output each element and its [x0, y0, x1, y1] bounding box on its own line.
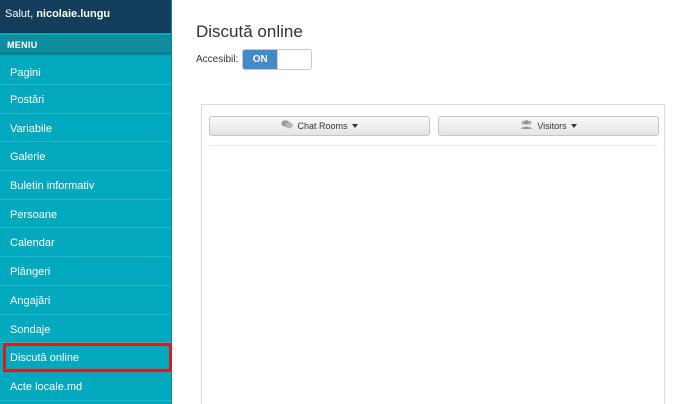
- panel-divider: [209, 145, 657, 146]
- chat-panel: Chat Rooms Visitors: [201, 104, 665, 404]
- toggle-off-state[interactable]: [277, 50, 312, 69]
- availability-toggle[interactable]: ON: [242, 49, 313, 70]
- visitors-label: Visitors: [537, 121, 567, 131]
- chat-rooms-label: Chat Rooms: [297, 121, 348, 131]
- sidebar: Salut, nicolaie.lungu MENIU Pagini Postă…: [0, 0, 172, 404]
- sidebar-item-plangeri[interactable]: Plângeri: [0, 257, 171, 286]
- availability-row: Accesibil: ON: [196, 49, 313, 70]
- greeting-prefix: Salut,: [5, 8, 37, 20]
- menu-header: MENIU: [0, 35, 171, 55]
- sidebar-item-variabile[interactable]: Variabile: [0, 114, 171, 143]
- sidebar-item-galerie[interactable]: Galerie: [0, 142, 171, 172]
- availability-label: Accesibil:: [196, 54, 239, 65]
- chevron-down-icon: [570, 124, 577, 128]
- sidebar-item-calendar[interactable]: Calendar: [0, 228, 171, 258]
- user-greeting: Salut, nicolaie.lungu: [0, 0, 171, 33]
- sidebar-item-buletin-informativ[interactable]: Buletin informativ: [0, 171, 171, 200]
- username[interactable]: nicolaie.lungu: [36, 8, 110, 20]
- sidebar-menu: Pagini Postări Variabile Galerie Buletin…: [0, 55, 172, 401]
- main-content: Discută online Accesibil: ON Chat Rooms: [172, 0, 685, 404]
- users-icon: [520, 120, 533, 132]
- chat-bubbles-icon: [281, 120, 294, 132]
- chevron-down-icon: [351, 124, 358, 128]
- visitors-dropdown[interactable]: Visitors: [438, 116, 659, 136]
- toggle-on-state[interactable]: ON: [243, 50, 278, 69]
- sidebar-item-persoane[interactable]: Persoane: [0, 200, 171, 229]
- sidebar-item-postari[interactable]: Postări: [0, 85, 171, 114]
- sidebar-item-sondaje[interactable]: Sondaje: [0, 315, 171, 344]
- chat-rooms-dropdown[interactable]: Chat Rooms: [209, 116, 430, 136]
- page-title: Discută online: [196, 22, 303, 41]
- sidebar-item-discuta-online[interactable]: Discută online: [3, 343, 172, 372]
- sidebar-item-acte-locale[interactable]: Acte locale.md: [0, 372, 171, 401]
- sidebar-item-pagini[interactable]: Pagini: [0, 55, 171, 85]
- sidebar-item-angajari[interactable]: Angajări: [0, 286, 171, 315]
